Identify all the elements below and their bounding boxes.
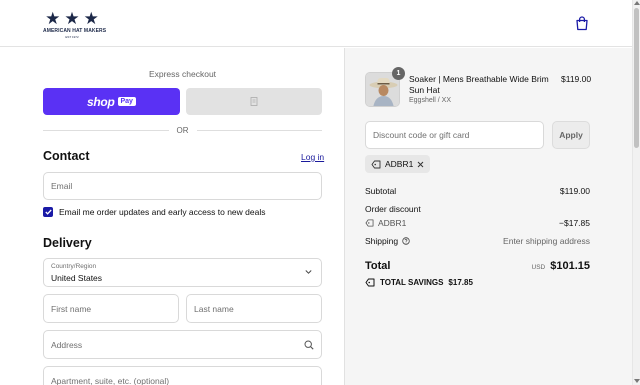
order-summary: 1 Soaker | Mens Breathable Wide Brim Sun… — [344, 48, 632, 385]
checkout-form: Express checkout shop Pay OR Contact Log… — [0, 48, 344, 385]
stars-icon: ★ ★ ★ — [45, 9, 99, 28]
tag-icon — [371, 160, 381, 168]
login-link[interactable]: Log in — [301, 152, 324, 162]
applied-code: ADBR1 — [385, 159, 414, 169]
shipping-row: Shipping Enter shipping address — [365, 236, 590, 246]
express-checkout-title: Express checkout — [148, 69, 217, 79]
scroll-up-arrow-icon[interactable] — [634, 1, 640, 5]
order-discount-label: Order discount — [365, 204, 421, 214]
or-divider: OR — [43, 124, 322, 136]
product-variant: Eggshell / XX — [409, 97, 452, 104]
header: ★ ★ ★ AMERICAN HAT MAKERS EST 1972 — [0, 0, 632, 47]
order-discount-row: Order discount — [365, 204, 590, 214]
scrollbar-thumb[interactable] — [634, 8, 639, 148]
page-scrollbar[interactable] — [632, 0, 640, 385]
apartment-placeholder: Apartment, suite, etc. (optional) — [51, 375, 170, 385]
total-row: Total USD $101.15 — [365, 260, 590, 272]
total-amount: $101.15 — [550, 260, 590, 272]
email-placeholder: Email — [51, 181, 73, 191]
discount-amount: −$17.85 — [559, 218, 590, 228]
tag-icon — [365, 219, 374, 227]
shop-pay-shop: shop — [87, 94, 115, 109]
brand-name: AMERICAN HAT MAKERS — [43, 28, 107, 34]
applied-discount-chip: ADBR1 — [365, 155, 431, 173]
tag-icon — [365, 278, 375, 287]
subtotal-value: $119.00 — [559, 186, 590, 196]
first-name-placeholder: First name — [51, 303, 92, 314]
country-label: Country/Region — [51, 263, 97, 270]
shipping-label: Shipping — [365, 236, 399, 246]
delivery-heading: Delivery — [43, 236, 92, 250]
checkmark-icon — [44, 209, 52, 215]
first-name-field[interactable]: First name — [43, 294, 179, 323]
discount-placeholder: Discount code or gift card — [373, 130, 470, 140]
email-field[interactable]: Email — [43, 172, 322, 200]
shipping-value: Enter shipping address — [503, 236, 590, 246]
alternate-pay-button[interactable] — [186, 88, 322, 115]
shop-pay-button[interactable]: shop Pay — [43, 88, 180, 115]
apartment-field[interactable]: Apartment, suite, etc. (optional) — [43, 366, 322, 385]
marketing-label: Email me order updates and early access … — [59, 207, 266, 217]
apply-button[interactable]: Apply — [552, 121, 590, 149]
total-savings-value: $17.85 — [448, 278, 473, 287]
search-icon — [304, 340, 314, 350]
subtotal-row: Subtotal $119.00 — [365, 186, 590, 196]
total-savings-label: TOTAL SAVINGS — [380, 278, 444, 287]
marketing-opt-in[interactable]: Email me order updates and early access … — [43, 207, 265, 217]
close-icon[interactable] — [417, 161, 424, 168]
marketing-checkbox[interactable] — [43, 207, 53, 217]
quantity-badge: 1 — [392, 67, 405, 80]
country-value: United States — [51, 273, 103, 283]
document-icon — [250, 97, 258, 106]
divider-line — [196, 129, 322, 131]
total-label: Total — [365, 260, 391, 272]
product-price: $119.00 — [561, 74, 592, 84]
or-text: OR — [176, 125, 189, 135]
address-field[interactable]: Address — [43, 330, 322, 359]
divider-line — [43, 129, 169, 131]
address-placeholder: Address — [51, 339, 83, 350]
discount-code-field[interactable]: Discount code or gift card — [365, 121, 544, 149]
subtotal-label: Subtotal — [365, 186, 397, 196]
contact-heading: Contact — [43, 149, 90, 163]
brand-est: EST 1972 — [65, 35, 79, 39]
discount-code-row: ADBR1 −$17.85 — [365, 218, 590, 228]
last-name-field[interactable]: Last name — [186, 294, 322, 323]
brand-logo[interactable]: ★ ★ ★ AMERICAN HAT MAKERS EST 1972 — [43, 9, 107, 39]
country-select[interactable]: Country/Region United States — [43, 258, 322, 287]
help-icon[interactable] — [402, 237, 410, 245]
shop-pay-pay: Pay — [117, 97, 136, 106]
discount-code-label: ADBR1 — [378, 218, 407, 228]
last-name-placeholder: Last name — [194, 303, 234, 314]
scroll-down-arrow-icon[interactable] — [634, 379, 640, 383]
total-savings-row: TOTAL SAVINGS $17.85 — [365, 278, 590, 287]
product-title: Soaker | Mens Breathable Wide Brim Sun H… — [409, 74, 549, 95]
shopping-bag-icon[interactable] — [575, 16, 589, 31]
chevron-down-icon — [305, 270, 312, 274]
total-currency: USD — [531, 264, 546, 271]
